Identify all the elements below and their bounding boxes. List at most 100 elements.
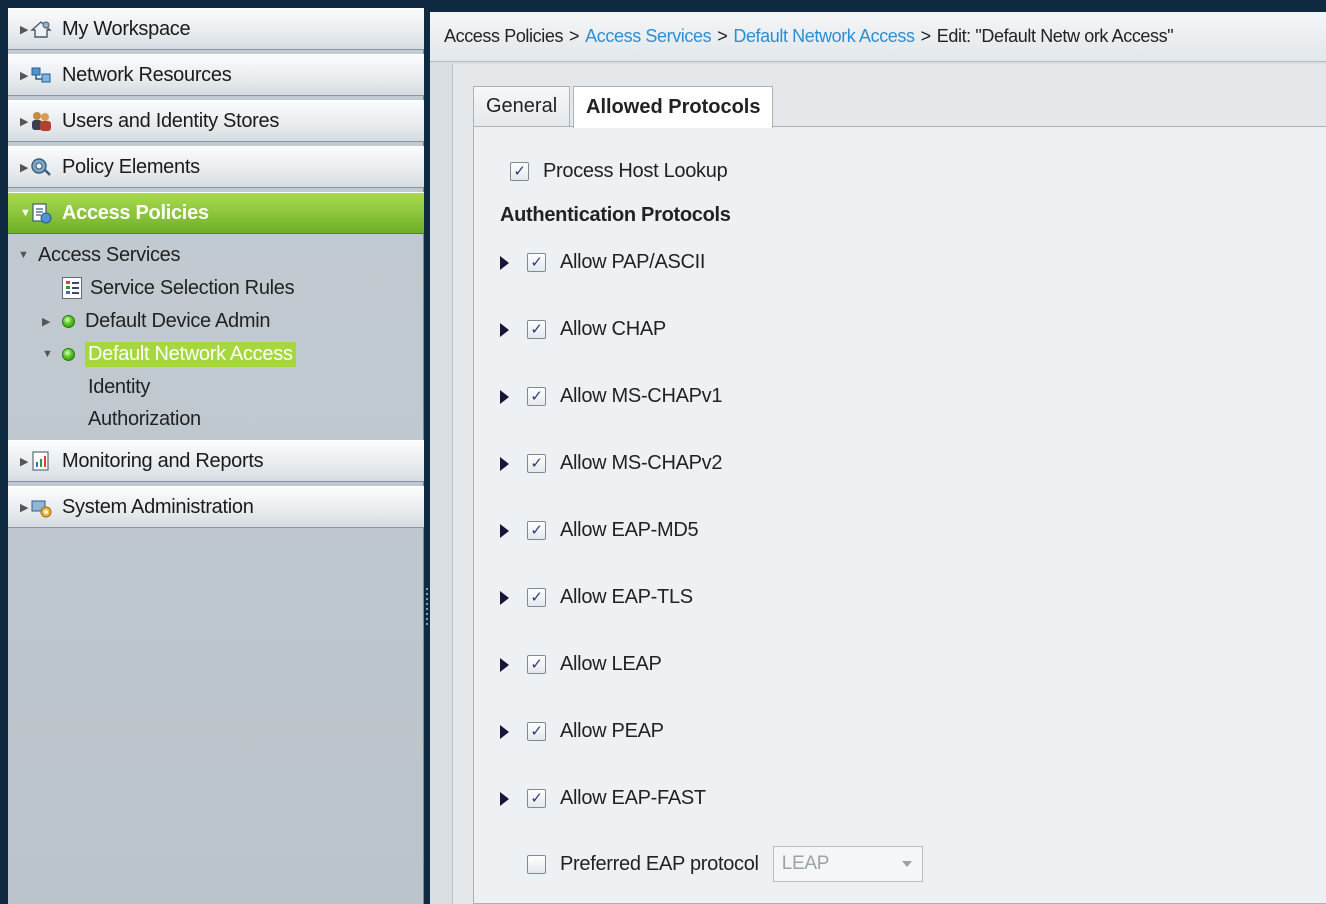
expand-arrow-icon[interactable] [500,791,509,806]
policy-elements-icon [30,156,52,178]
workspace-icon [30,18,52,40]
tree-label: Identity [88,375,151,398]
collapsed-arrow-icon: ▶ [20,115,29,128]
protocol-label: Allow LEAP [560,653,662,675]
protocol-checkbox[interactable]: ✓ [527,722,546,741]
preferred-eap-select[interactable]: LEAP [772,846,923,882]
protocol-label: Allow EAP-FAST [560,787,706,809]
expand-arrow-icon[interactable] [500,255,509,270]
breadcrumb-separator: > [920,26,932,46]
collapsed-arrow-icon: ▶ [20,455,29,468]
tree-label: Default Device Admin [85,309,271,332]
tree-item-default-network-access[interactable]: ▼ Default Network Access [42,339,296,369]
protocol-row: ✓ Allow EAP-TLS [500,586,693,609]
tab-allowed-protocols[interactable]: Allowed Protocols [573,86,774,128]
tree-label-selected: Default Network Access [85,341,296,367]
breadcrumb-separator: > [717,26,728,46]
access-policies-icon [30,202,52,224]
main-content: Access Policies > Access Services > Defa… [430,12,1326,904]
protocol-checkbox[interactable]: ✓ [527,588,546,607]
tab-label: Allowed Protocols [586,96,761,118]
protocol-row: ✓ Allow EAP-FAST [500,787,706,810]
expand-arrow-icon[interactable] [500,389,509,404]
breadcrumb-link-default-network-access[interactable]: Default Network Access [733,26,915,47]
protocol-checkbox[interactable]: ✓ [527,521,546,540]
protocol-row: ✓ Allow MS-CHAPv2 [500,452,723,475]
tree-item-authorization[interactable]: Authorization [88,404,201,434]
collapsed-arrow-icon: ▶ [20,69,29,82]
expand-arrow-icon[interactable] [500,724,509,739]
network-resources-icon [30,64,52,86]
nav-label: My Workspace [62,17,191,40]
collapsed-arrow-icon: ▶ [42,315,51,328]
nav-label: Policy Elements [62,155,200,178]
tree-item-default-device-admin[interactable]: ▶ Default Device Admin [42,306,271,336]
expanded-arrow-icon: ▼ [18,249,29,261]
protocol-label: Allow EAP-TLS [560,586,693,608]
chevron-down-icon [901,861,912,867]
protocol-row: ✓ Allow PEAP [500,720,664,743]
protocol-label: Allow MS-CHAPv1 [560,385,723,407]
tree-item-identity[interactable]: Identity [88,372,150,402]
protocol-label: Allow PAP/ASCII [560,251,706,273]
expand-arrow-icon[interactable] [500,322,509,337]
status-green-icon [62,314,75,328]
status-green-icon [62,347,75,361]
breadcrumb-separator: > [569,26,580,46]
protocol-checkbox[interactable]: ✓ [527,655,546,674]
nav-users-identity-stores[interactable]: ▶ Users and Identity Stores [8,100,424,142]
edit-form-area: General Allowed Protocols ✓ Process Host… [452,64,1326,904]
nav-network-resources[interactable]: ▶ Network Resources [8,54,424,96]
tree-label: Authorization [88,407,201,430]
nav-label: Monitoring and Reports [62,449,264,472]
protocol-checkbox[interactable]: ✓ [527,320,546,339]
breadcrumb-current: Edit: "Default Netw ork Access" [936,26,1174,46]
collapsed-arrow-icon: ▶ [20,161,29,174]
tab-general[interactable]: General [473,86,571,126]
protocol-row: ✓ Allow PAP/ASCII [500,251,705,274]
tree-item-service-selection-rules[interactable]: Service Selection Rules [62,273,295,303]
nav-monitoring-reports[interactable]: ▶ Monitoring and Reports [8,440,424,482]
preferred-eap-label: Preferred EAP protocol [560,852,759,875]
tree-label: Access Services [38,243,181,266]
tree-label: Service Selection Rules [90,276,295,299]
protocol-checkbox[interactable]: ✓ [527,789,546,808]
preferred-eap-checkbox[interactable] [527,854,546,874]
protocol-row: ✓ Allow LEAP [500,653,662,676]
allowed-protocols-panel: ✓ Process Host Lookup Authentication Pro… [473,126,1326,904]
rules-table-icon [62,277,82,299]
protocol-checkbox[interactable]: ✓ [527,387,546,406]
nav-access-policies[interactable]: ▼ Access Policies [8,192,424,234]
protocol-label: Allow MS-CHAPv2 [560,452,723,474]
breadcrumb: Access Policies > Access Services > Defa… [430,12,1326,62]
nav-my-workspace[interactable]: ▶ My Workspace [8,8,424,50]
collapsed-arrow-icon: ▶ [20,501,29,514]
collapsed-arrow-icon: ▶ [20,23,29,36]
app-window: ▶ My Workspace ▶ Network Resources ▶ Use… [0,0,1326,904]
protocol-checkbox[interactable]: ✓ [527,454,546,473]
expand-arrow-icon[interactable] [500,523,509,538]
process-host-lookup-row: ✓ Process Host Lookup [510,160,728,183]
expand-arrow-icon[interactable] [500,456,509,471]
protocol-row: ✓ Allow CHAP [500,318,666,341]
protocol-checkbox[interactable]: ✓ [527,253,546,272]
tree-item-access-services[interactable]: ▼ Access Services [18,240,181,270]
process-host-lookup-checkbox[interactable]: ✓ [510,162,529,181]
nav-policy-elements[interactable]: ▶ Policy Elements [8,146,424,188]
nav-system-administration[interactable]: ▶ System Administration [8,486,424,528]
expand-arrow-icon[interactable] [500,657,509,672]
protocol-row: ✓ Allow EAP-MD5 [500,519,699,542]
breadcrumb-link-access-services[interactable]: Access Services [585,26,711,47]
nav-label: Access Policies [62,201,209,224]
protocol-label: Allow CHAP [560,318,666,340]
left-navigation: ▶ My Workspace ▶ Network Resources ▶ Use… [8,8,424,904]
splitter-grip-icon[interactable] [426,588,428,628]
protocol-label: Allow PEAP [560,720,664,742]
expand-arrow-icon[interactable] [500,590,509,605]
nav-label: System Administration [62,495,254,518]
system-admin-icon [30,496,52,518]
nav-label: Users and Identity Stores [62,109,280,132]
protocol-row: ✓ Allow MS-CHAPv1 [500,385,723,408]
preferred-eap-row: Preferred EAP protocol LEAP [527,846,923,882]
tab-label: General [486,95,558,117]
